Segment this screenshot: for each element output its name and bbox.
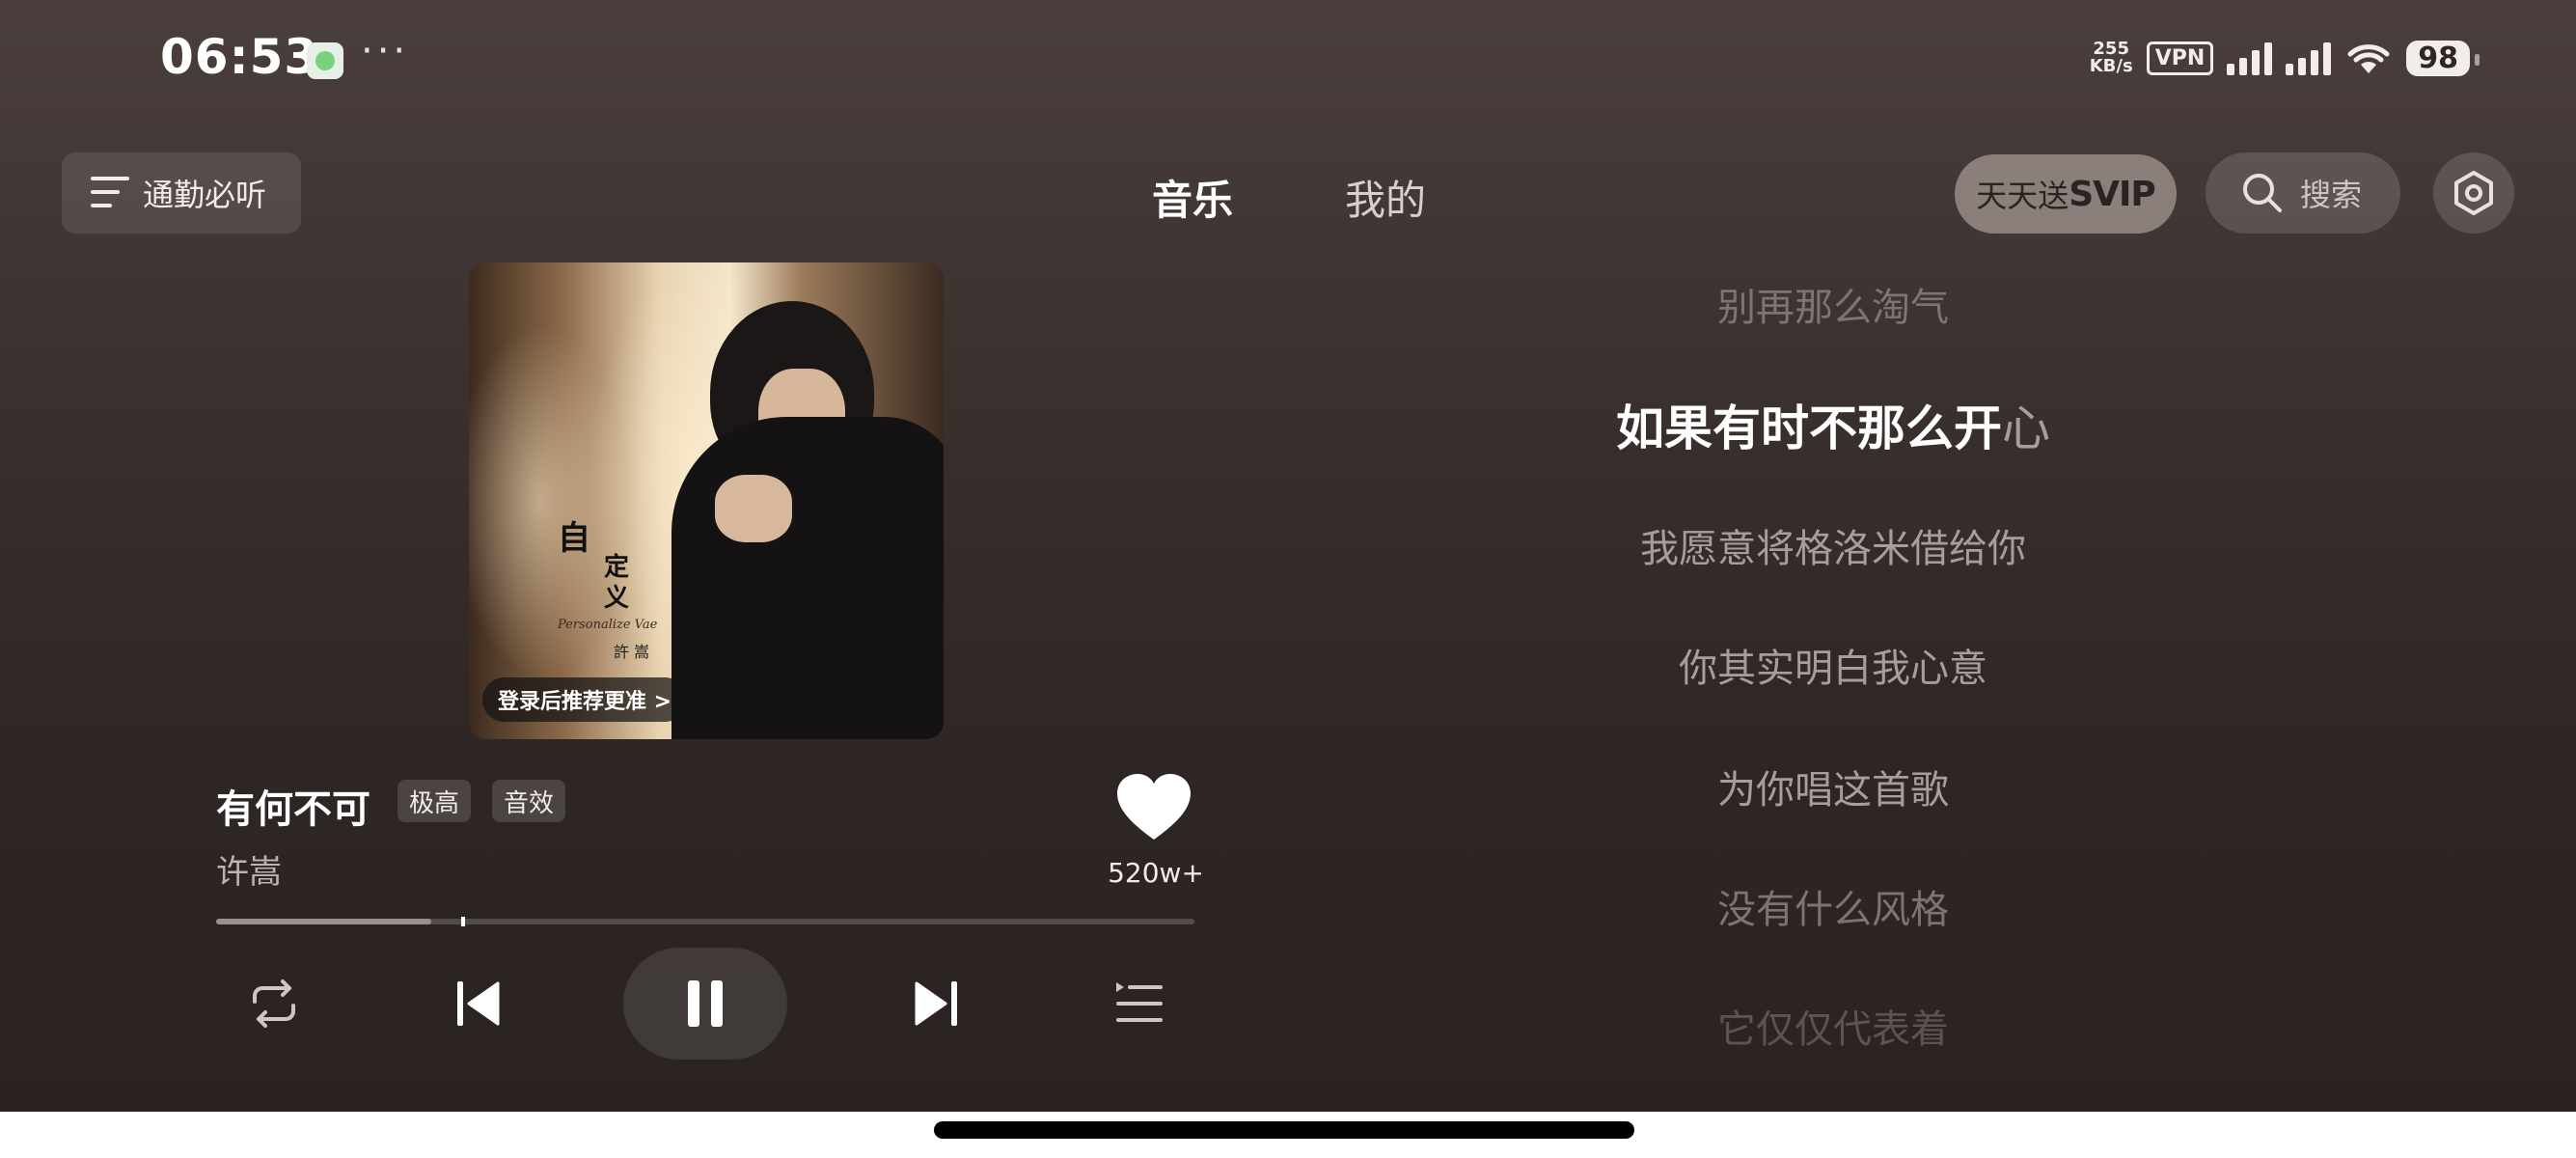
commute-playlist-button[interactable]: 通勤必听: [62, 152, 301, 234]
lyric-active-remaining: 心: [2002, 400, 2050, 456]
lyric-line[interactable]: 为你唱这首歌: [1476, 758, 2190, 814]
previous-icon: [457, 981, 500, 1026]
album-cover[interactable]: 自 定 义 Personalize Vae 許 嵩 登录后推荐更准 >: [469, 262, 944, 739]
status-time: 06:53: [160, 29, 319, 85]
heart-icon[interactable]: [1115, 772, 1192, 841]
album-cover-title: 自: [558, 519, 590, 558]
signal-icon: [2227, 41, 2273, 75]
lyric-line[interactable]: 它仅仅代表着: [1476, 998, 2190, 1054]
artist-name[interactable]: 许嵩: [216, 845, 282, 893]
net-speed-unit: KB/s: [2089, 56, 2133, 76]
album-cover-subtitle: Personalize Vae: [558, 618, 658, 632]
repeat-button[interactable]: [235, 957, 313, 1050]
lyric-line-active[interactable]: 如果有时不那么开心: [1476, 390, 2190, 459]
lyric-line[interactable]: 你其实明白我心意: [1476, 637, 2190, 693]
pause-button[interactable]: [623, 948, 787, 1060]
next-button[interactable]: [897, 957, 974, 1050]
tab-music[interactable]: 音乐: [1152, 168, 1233, 227]
quality-tag[interactable]: 极高: [397, 780, 472, 822]
vpn-badge: VPN: [2146, 41, 2214, 75]
login-recommend-button[interactable]: 登录后推荐更准 >: [482, 677, 688, 722]
status-more: ···: [361, 29, 410, 73]
album-cover-title-rest: 定 义: [604, 553, 630, 613]
pause-icon: [688, 980, 723, 1027]
previous-button[interactable]: [440, 957, 517, 1050]
next-icon: [915, 981, 957, 1026]
playlist-button[interactable]: [1100, 957, 1177, 1050]
lyric-line[interactable]: 我愿意将格洛米借给你: [1476, 517, 2190, 573]
buffer-marker: [460, 917, 465, 926]
status-indicators: 255 KB/s VPN 98: [2090, 39, 2480, 77]
tab-mine[interactable]: 我的: [1345, 168, 1426, 227]
svip-prefix: 天天送: [1976, 178, 2069, 214]
lyric-line[interactable]: 别再那么淘气: [1476, 276, 2190, 332]
menu-icon: [91, 177, 129, 209]
song-title[interactable]: 有何不可: [216, 778, 370, 834]
app-notification-icon: [307, 42, 343, 79]
repeat-icon: [253, 979, 295, 1028]
progress-bar[interactable]: [216, 917, 1194, 926]
search-icon: [2243, 174, 2282, 212]
signal-icon: [2286, 41, 2332, 75]
lyric-active-sung: 如果有时不那么: [1616, 400, 1954, 456]
commute-label: 通勤必听: [143, 177, 267, 213]
search-button[interactable]: 搜索: [2206, 152, 2400, 234]
lyric-line[interactable]: 没有什么风格: [1476, 878, 2190, 934]
battery-indicator: 98: [2406, 40, 2480, 76]
svip-promo-button[interactable]: 天天送 SVIP: [1955, 154, 2177, 234]
playlist-icon: [1116, 982, 1163, 1022]
home-indicator[interactable]: [934, 1121, 1634, 1139]
net-speed: 255 KB/s: [2090, 41, 2133, 75]
settings-icon: [2454, 171, 2493, 215]
like-count: 520w+: [1108, 857, 1204, 889]
player-screen: 06:53 ··· 255 KB/s VPN 98 通勤必听 音乐 我的 天天送…: [0, 0, 2576, 1112]
svip-label: SVIP: [2069, 174, 2156, 214]
wifi-icon: [2347, 44, 2390, 73]
search-label: 搜索: [2300, 177, 2363, 213]
sound-effect-tag[interactable]: 音效: [492, 780, 566, 822]
album-cover-artist: 許 嵩: [614, 643, 650, 661]
lyric-active-partial: 开: [1954, 400, 2002, 456]
settings-button[interactable]: [2433, 152, 2514, 234]
progress-fill: [216, 919, 432, 924]
